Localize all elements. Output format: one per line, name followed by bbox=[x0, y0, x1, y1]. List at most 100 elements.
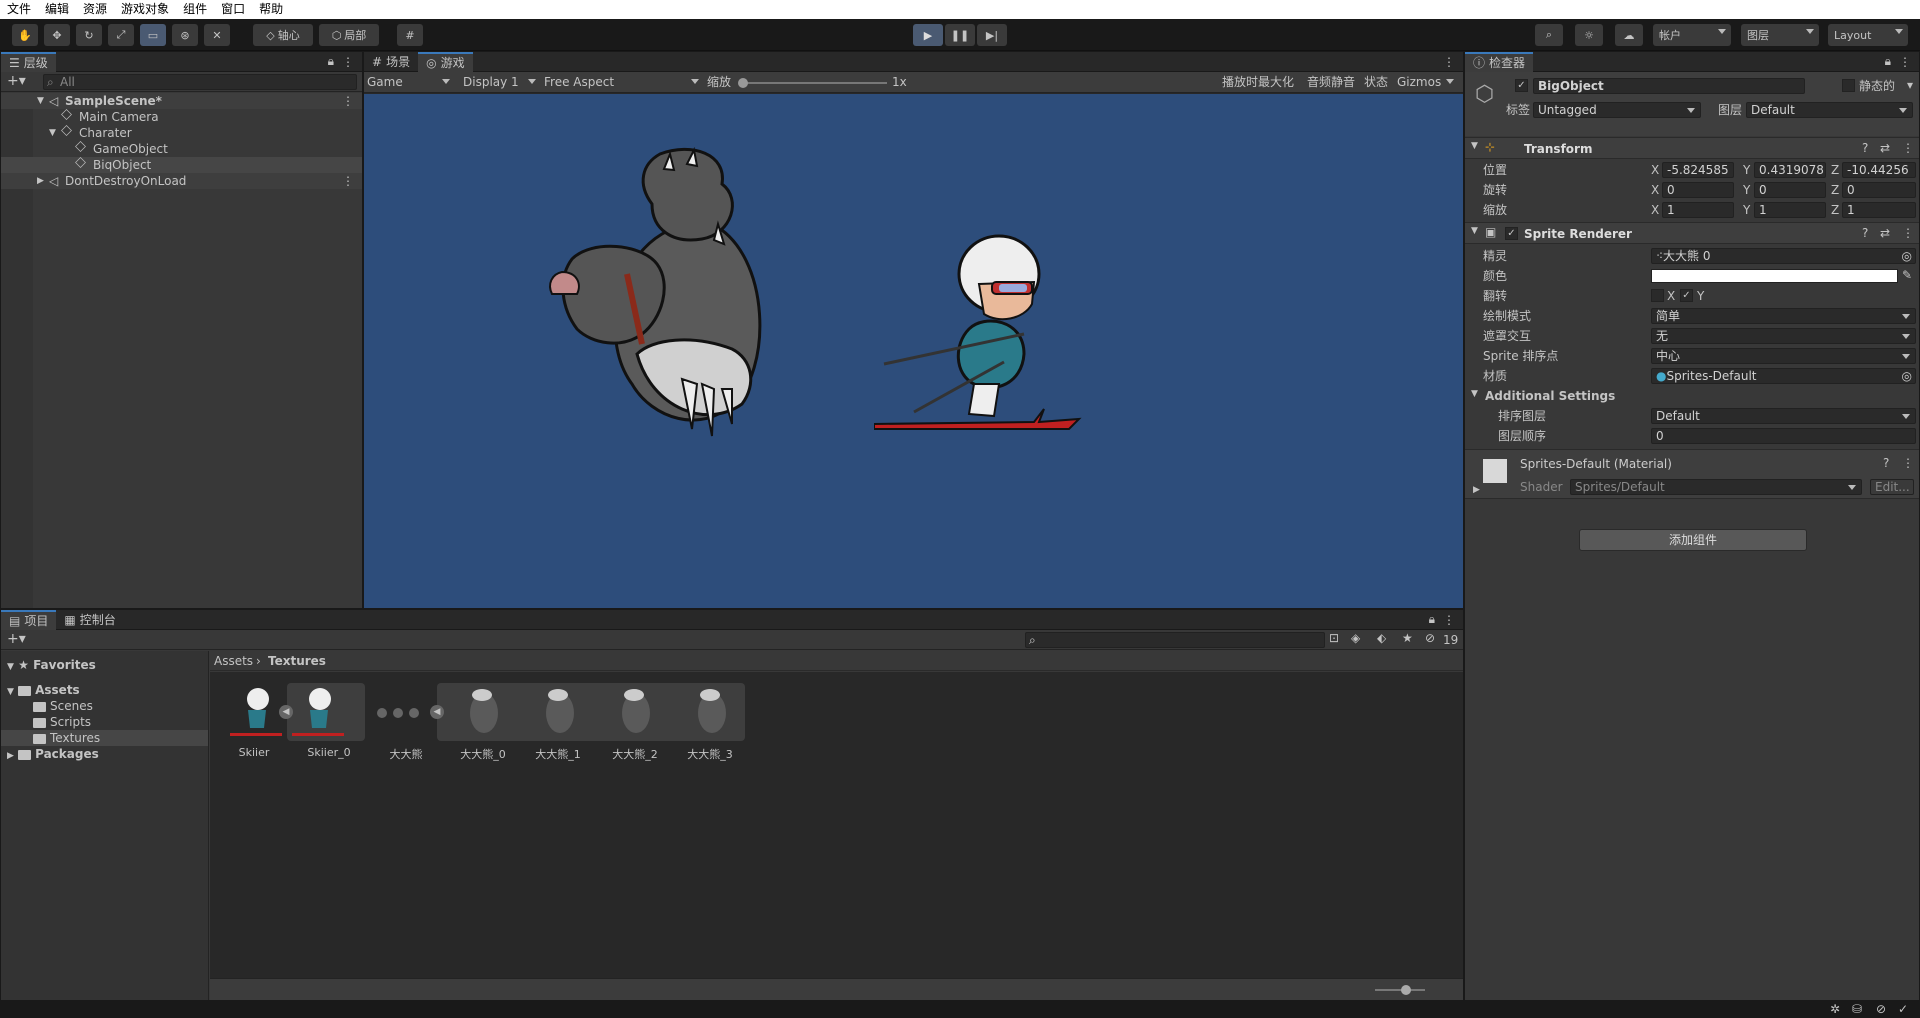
scale-x-field[interactable]: 1 bbox=[1662, 202, 1734, 218]
preset-icon[interactable]: ⇄ bbox=[1880, 141, 1890, 155]
hierarchy-search-input[interactable]: ⌕ All bbox=[43, 74, 357, 90]
collapse-arrow-icon[interactable]: ▶ bbox=[1473, 485, 1480, 495]
hand-tool-icon[interactable]: ✋ bbox=[12, 24, 38, 46]
tab-hierarchy[interactable]: ☰ 层级 bbox=[1, 51, 56, 72]
shader-dropdown[interactable]: Sprites/Default bbox=[1570, 479, 1862, 495]
asset-bear-sheet-thumb[interactable] bbox=[372, 683, 432, 741]
breadcrumb-textures[interactable]: Textures bbox=[268, 653, 326, 669]
folder-scripts[interactable]: Scripts bbox=[33, 714, 91, 730]
expand-arrow-icon[interactable]: ▼ bbox=[1471, 141, 1478, 151]
shader-edit-button[interactable]: Edit... bbox=[1870, 479, 1914, 495]
menu-window[interactable]: 窗口 bbox=[214, 0, 252, 19]
hierarchy-item-main-camera[interactable]: Main Camera bbox=[1, 109, 362, 125]
sprite-sort-point-dropdown[interactable]: 中心 bbox=[1651, 348, 1916, 364]
pause-button[interactable]: ❚❚ bbox=[945, 24, 975, 46]
project-search-input[interactable]: ⌕ bbox=[1025, 632, 1325, 648]
tab-game[interactable]: ◎ 游戏 bbox=[418, 51, 473, 72]
preset-icon[interactable]: ⇄ bbox=[1880, 226, 1890, 240]
search-by-label-icon[interactable]: ◈ bbox=[1351, 631, 1360, 645]
auto-refresh-icon[interactable]: ⊘ bbox=[1876, 1002, 1886, 1016]
hierarchy-item-gameobject[interactable]: GameObject bbox=[1, 141, 362, 157]
more-menu-icon[interactable]: ⋮ bbox=[1902, 226, 1914, 240]
position-z-field[interactable]: -10.44256 bbox=[1842, 162, 1916, 178]
tag-dropdown[interactable]: Untagged bbox=[1533, 102, 1701, 118]
tab-console[interactable]: ▦ 控制台 bbox=[56, 610, 123, 630]
more-menu-icon[interactable]: ⋮ bbox=[342, 173, 354, 189]
hierarchy-item-scene[interactable]: ▼ ◁ SampleScene* ⋮ bbox=[1, 93, 362, 109]
rotate-tool-icon[interactable]: ↻ bbox=[76, 24, 102, 46]
object-picker-icon[interactable]: ◎ bbox=[1902, 249, 1912, 263]
display-dropdown[interactable]: Display 1 bbox=[463, 74, 541, 90]
menu-assets[interactable]: 资源 bbox=[76, 0, 114, 19]
active-checkbox[interactable]: ✓ bbox=[1515, 79, 1528, 92]
position-y-field[interactable]: 0.4319078 bbox=[1754, 162, 1826, 178]
flip-y-checkbox[interactable]: ✓ bbox=[1680, 289, 1693, 302]
add-icon[interactable]: +▾ bbox=[7, 73, 26, 89]
folder-textures[interactable]: Textures bbox=[1, 730, 208, 746]
lock-icon[interactable]: 🔒︎ bbox=[328, 54, 334, 69]
object-name-field[interactable]: BigObject bbox=[1533, 78, 1805, 94]
add-icon[interactable]: +▾ bbox=[7, 631, 26, 647]
favorites-foldout[interactable]: ▼ ★ Favorites bbox=[7, 657, 96, 675]
menu-help[interactable]: 帮助 bbox=[252, 0, 290, 19]
hierarchy-item-biqobject[interactable]: BiqObject bbox=[1, 157, 362, 173]
zoom-slider[interactable] bbox=[1375, 985, 1425, 995]
hierarchy-item-dontdestroy[interactable]: ▶ ◁ DontDestroyOnLoad ⋮ bbox=[1, 173, 362, 189]
mute-audio-toggle[interactable]: 音频静音 bbox=[1307, 74, 1355, 90]
layers-dropdown[interactable]: 图层 bbox=[1741, 24, 1819, 46]
more-menu-icon[interactable]: ⋮ bbox=[1902, 456, 1914, 470]
breadcrumb-assets[interactable]: Assets bbox=[214, 653, 253, 669]
asset-bear3-thumb[interactable] bbox=[680, 683, 740, 741]
scale-tool-icon[interactable]: ⤢ bbox=[108, 24, 134, 46]
game-mode-dropdown[interactable]: Game bbox=[367, 74, 455, 90]
asset-bear2-thumb[interactable] bbox=[604, 683, 664, 741]
gizmos-dropdown[interactable]: Gizmos bbox=[1397, 74, 1459, 90]
menu-gameobject[interactable]: 游戏对象 bbox=[114, 0, 176, 19]
game-viewport[interactable] bbox=[364, 94, 1463, 608]
cloud-icon[interactable]: ☁ bbox=[1615, 24, 1643, 46]
draw-mode-dropdown[interactable]: 简单 bbox=[1651, 308, 1916, 324]
grid-snap-icon[interactable]: # bbox=[397, 24, 423, 46]
folder-scenes[interactable]: Scenes bbox=[33, 698, 93, 714]
layout-dropdown[interactable]: Layout bbox=[1828, 24, 1908, 46]
transform-header[interactable]: ▼ ⊹ Transform ? ⇄ ⋮ bbox=[1465, 137, 1919, 159]
expand-arrow-icon[interactable]: ▼ bbox=[37, 93, 44, 109]
expand-arrow-icon[interactable]: ▼ bbox=[1471, 389, 1478, 399]
asset-bear0-thumb[interactable] bbox=[452, 683, 512, 741]
tab-project[interactable]: ▤ 项目 bbox=[1, 609, 57, 630]
menu-edit[interactable]: 编辑 bbox=[38, 0, 76, 19]
hidden-packages-icon[interactable]: ⊘ bbox=[1425, 631, 1435, 645]
lock-icon[interactable]: 🔒︎ bbox=[1885, 54, 1891, 69]
zoom-slider-handle[interactable] bbox=[1401, 985, 1411, 995]
scale-z-field[interactable]: 1 bbox=[1842, 202, 1916, 218]
layer-dropdown[interactable]: Default bbox=[1746, 102, 1913, 118]
hierarchy-item-charater[interactable]: ▼ Charater bbox=[1, 125, 362, 141]
eyedropper-icon[interactable]: ✎ bbox=[1902, 268, 1912, 282]
aspect-dropdown[interactable]: Free Aspect bbox=[544, 74, 704, 90]
maximize-on-play-toggle[interactable]: 播放时最大化 bbox=[1222, 74, 1294, 90]
asset-skiier-thumb[interactable] bbox=[226, 683, 286, 741]
more-menu-icon[interactable]: ⋮ bbox=[342, 93, 354, 109]
scale-y-field[interactable]: 1 bbox=[1754, 202, 1826, 218]
tag-icon[interactable]: ⬖ bbox=[1377, 631, 1386, 645]
search-icon[interactable]: ⌕ bbox=[1535, 24, 1563, 46]
account-dropdown[interactable]: 帐户 bbox=[1653, 24, 1731, 46]
expand-arrow-icon[interactable]: ▼ bbox=[49, 125, 56, 141]
rect-tool-icon[interactable]: ▭ bbox=[140, 24, 166, 46]
mask-interaction-dropdown[interactable]: 无 bbox=[1651, 328, 1916, 344]
asset-bear1-thumb[interactable] bbox=[528, 683, 588, 741]
menu-component[interactable]: 组件 bbox=[176, 0, 214, 19]
collab-icon[interactable]: ☼ bbox=[1575, 24, 1603, 46]
tab-scene[interactable]: # 场景 bbox=[364, 52, 418, 72]
tab-inspector[interactable]: ⓘ 检查器 bbox=[1465, 51, 1534, 72]
sprite-field[interactable]: ⁖大大熊 0 ◎ bbox=[1651, 248, 1916, 264]
position-x-field[interactable]: -5.824585 bbox=[1662, 162, 1734, 178]
help-icon[interactable]: ? bbox=[1883, 456, 1889, 470]
packages-folder[interactable]: ▶ Packages bbox=[7, 746, 99, 764]
order-in-layer-field[interactable]: 0 bbox=[1651, 428, 1916, 444]
favorite-star-icon[interactable]: ★ bbox=[1402, 631, 1413, 645]
collapse-arrow-icon[interactable]: ▶ bbox=[37, 173, 44, 189]
lighting-icon[interactable]: ✓ bbox=[1898, 1002, 1908, 1016]
play-button[interactable]: ▶ bbox=[913, 24, 943, 46]
expand-arrow-icon[interactable]: ▼ bbox=[1471, 226, 1478, 236]
